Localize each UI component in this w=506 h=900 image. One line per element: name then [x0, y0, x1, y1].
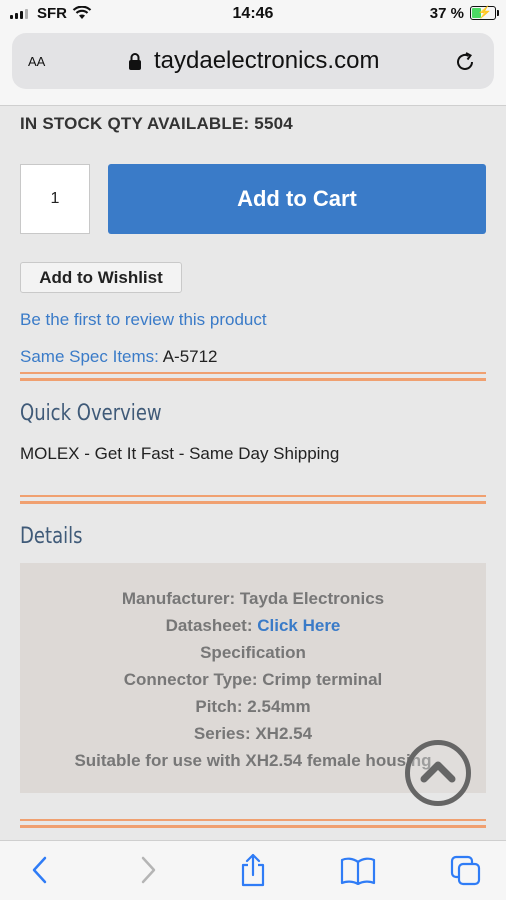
manufacturer-line: Manufacturer: Tayda Electronics [121, 589, 385, 608]
book-icon[interactable] [340, 857, 376, 885]
browser-header: AA taydaelectronics.com [0, 28, 506, 106]
url-domain[interactable]: taydaelectronics.com [154, 47, 379, 75]
quick-overview-text: MOLEX - Get It Fast - Same Day Shipping [20, 444, 340, 463]
same-spec-label: Same Spec Items: [20, 347, 159, 366]
scroll-to-top-button[interactable] [405, 740, 471, 806]
divider [20, 372, 486, 381]
divider [20, 819, 486, 828]
chevron-up-icon [420, 761, 456, 783]
specification-heading: Specification [200, 643, 306, 662]
quantity-input[interactable]: 1 [20, 164, 90, 234]
share-icon[interactable] [238, 853, 268, 887]
datasheet-link[interactable]: Click Here [257, 616, 340, 635]
series-line: Series: XH2.54 [193, 724, 313, 743]
datasheet-line: Datasheet: Click Here [20, 612, 486, 639]
connector-type-line: Connector Type: Crimp terminal [123, 670, 383, 689]
tabs-icon[interactable] [450, 855, 482, 887]
add-to-cart-button[interactable]: Add to Cart [108, 164, 486, 234]
reload-icon[interactable] [454, 51, 476, 73]
chevron-right-icon[interactable] [136, 855, 160, 885]
address-bar[interactable]: AA taydaelectronics.com [12, 33, 494, 89]
pitch-line: Pitch: 2.54mm [195, 697, 311, 716]
same-spec-items: Same Spec Items: A-5712 [20, 347, 218, 367]
battery-percent: 37 % [429, 5, 464, 22]
same-spec-value[interactable]: A-5712 [163, 347, 218, 366]
quick-overview-title: Quick Overview [20, 401, 162, 426]
divider [20, 495, 486, 504]
details-title: Details [20, 524, 83, 549]
chevron-left-icon[interactable] [28, 855, 52, 885]
battery-icon: ⚡ [470, 5, 499, 20]
stock-availability: IN STOCK QTY AVAILABLE: 5504 [20, 114, 293, 133]
lock-icon [129, 53, 141, 70]
review-link[interactable]: Be the first to review this product [20, 310, 267, 330]
add-to-wishlist-button[interactable]: Add to Wishlist [20, 262, 182, 293]
datasheet-label: Datasheet: [165, 616, 253, 635]
page-content: IN STOCK QTY AVAILABLE: 5504 1 Add to Ca… [0, 107, 506, 840]
browser-toolbar [0, 840, 506, 900]
status-bar: SFR 14:46 37 % ⚡ [0, 0, 506, 28]
text-size-button[interactable]: AA [28, 51, 45, 71]
